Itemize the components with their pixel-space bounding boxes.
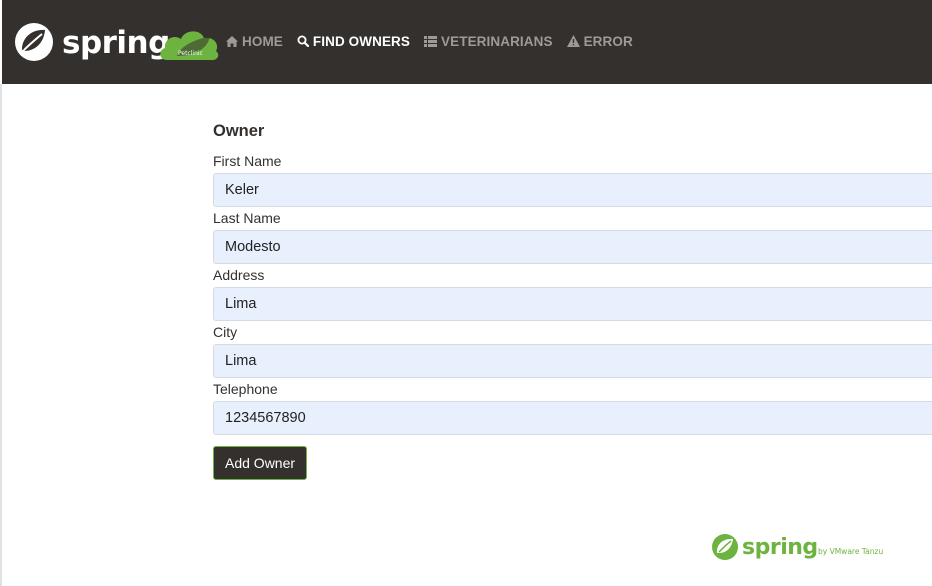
nav-home[interactable]: HOME bbox=[226, 34, 283, 49]
add-owner-button[interactable]: Add Owner bbox=[213, 446, 308, 480]
footer-logo-wordmark: spring bbox=[742, 535, 818, 560]
main-nav: HOME FIND OWNERS VETERINARIANS ERROR bbox=[226, 31, 647, 51]
telephone-label: Telephone bbox=[213, 381, 278, 397]
nav-find-owners-label: FIND OWNERS bbox=[312, 33, 411, 49]
last-name-label: Last Name bbox=[213, 210, 281, 226]
svg-text:Petclinic: Petclinic bbox=[178, 50, 203, 57]
city-input[interactable] bbox=[213, 344, 932, 378]
city-label: City bbox=[213, 324, 238, 340]
page-left-border bbox=[0, 84, 2, 586]
nav-veterinarians[interactable]: VETERINARIANS bbox=[424, 34, 553, 49]
nav-error-label: ERROR bbox=[583, 33, 633, 49]
address-label: Address bbox=[213, 267, 265, 283]
first-name-label: First Name bbox=[213, 153, 282, 169]
add-owner-form: Owner First Name Last Name Address City … bbox=[213, 118, 932, 480]
nav-find-owners[interactable]: FIND OWNERS bbox=[297, 34, 410, 49]
nav-veterinarians-label: VETERINARIANS bbox=[441, 33, 553, 49]
navbar: spring Petclinic HOME FIND OWNERS VETERI… bbox=[2, 0, 932, 84]
last-name-input[interactable] bbox=[213, 230, 932, 264]
first-name-input[interactable] bbox=[213, 173, 932, 207]
nav-home-label: HOME bbox=[242, 33, 283, 49]
form-title: Owner bbox=[213, 122, 265, 140]
nav-error[interactable]: ERROR bbox=[566, 33, 633, 49]
telephone-input[interactable] bbox=[213, 401, 932, 435]
spring-by-vmware-tanzu-logo: spring by VMware Tanzu bbox=[712, 534, 883, 560]
address-input[interactable] bbox=[213, 287, 932, 321]
warning-icon bbox=[566, 35, 580, 47]
home-icon bbox=[226, 35, 238, 47]
list-icon bbox=[424, 35, 438, 47]
footer-logo-subtext: by VMware Tanzu bbox=[818, 547, 883, 556]
svg-text:spring: spring bbox=[62, 25, 170, 61]
spring-petclinic-logo[interactable]: spring Petclinic bbox=[12, 20, 222, 64]
search-icon bbox=[297, 35, 309, 47]
